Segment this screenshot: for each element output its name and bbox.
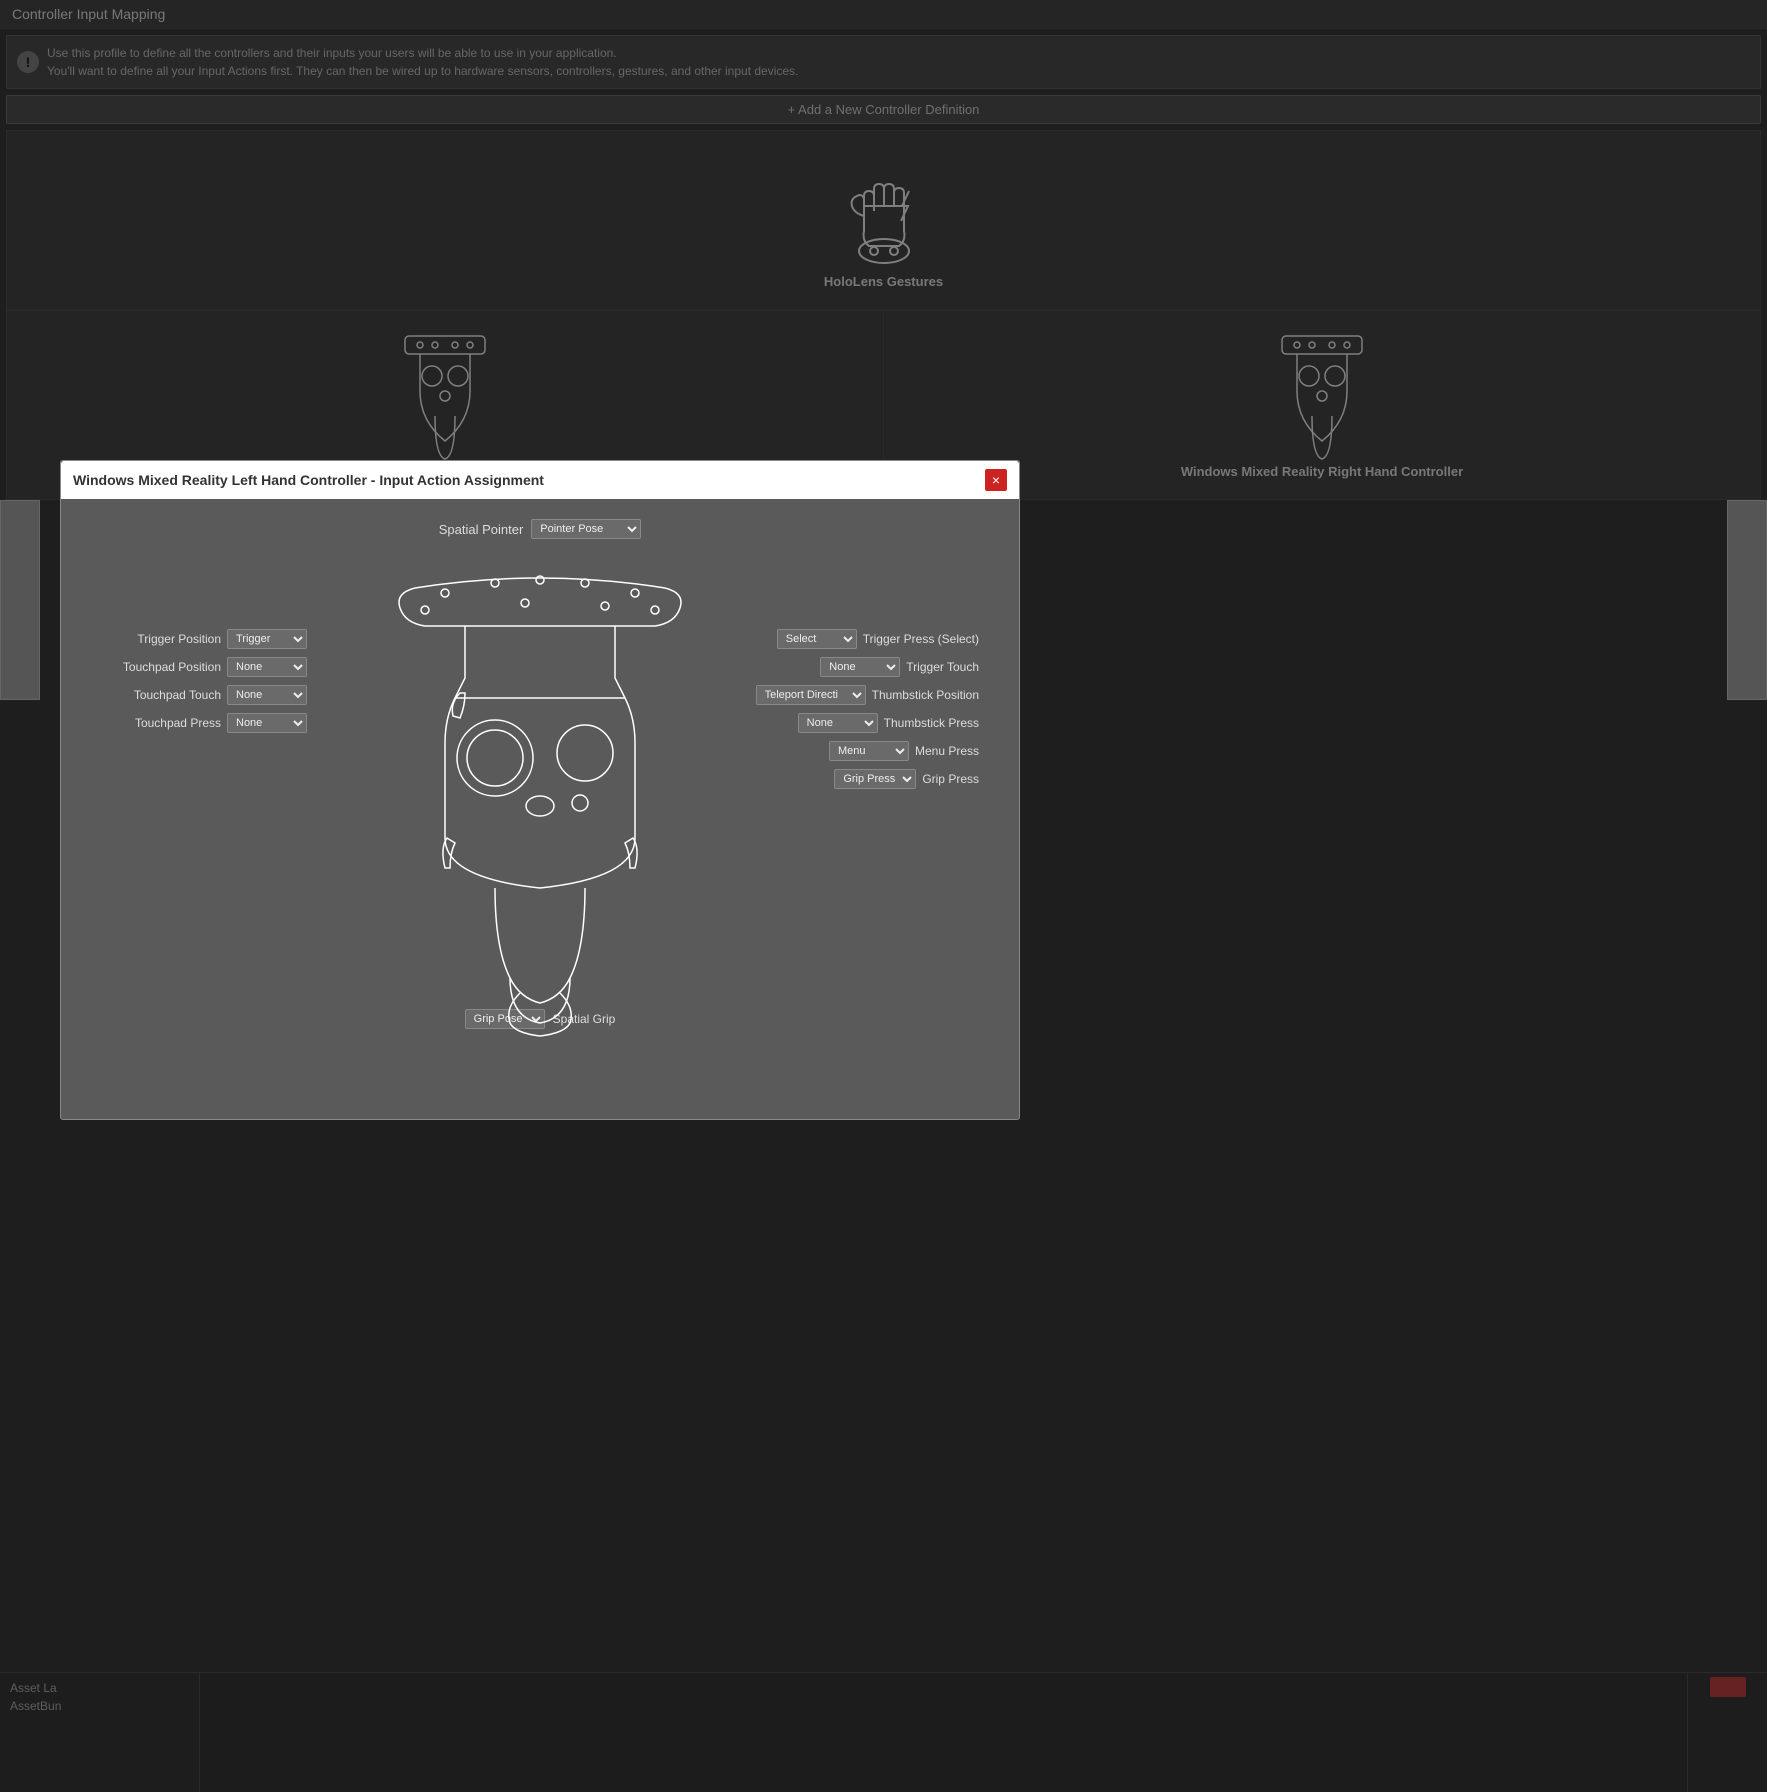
spatial-pointer-select[interactable]: Pointer Pose None: [531, 519, 641, 539]
grip-press-select[interactable]: Grip Press None: [834, 769, 916, 789]
spatial-pointer-label: Spatial Pointer: [439, 522, 524, 537]
trigger-press-row: Select None Trigger Press (Select): [756, 629, 979, 649]
thumbstick-position-select[interactable]: Teleport Directi None: [756, 685, 866, 705]
modal-close-button[interactable]: ×: [985, 469, 1007, 491]
trigger-press-select[interactable]: Select None: [777, 629, 857, 649]
thumbstick-position-row: Teleport Directi None Thumbstick Positio…: [756, 685, 979, 705]
touchpad-touch-row: Touchpad Touch None Touch: [101, 685, 307, 705]
touchpad-touch-label: Touchpad Touch: [101, 688, 221, 702]
menu-press-select[interactable]: Menu None: [829, 741, 909, 761]
trigger-position-row: Trigger Position Trigger None: [101, 629, 307, 649]
touchpad-position-select[interactable]: None Touchpad: [227, 657, 307, 677]
touchpad-press-row: Touchpad Press None Press: [101, 713, 307, 733]
left-mappings: Trigger Position Trigger None Touchpad P…: [101, 629, 307, 733]
right-side-panel: [1727, 500, 1767, 700]
grip-press-row: Grip Press None Grip Press: [756, 769, 979, 789]
modal-header: Windows Mixed Reality Left Hand Controll…: [61, 461, 1019, 499]
grip-press-label: Grip Press: [922, 772, 979, 786]
touchpad-press-select[interactable]: None Press: [227, 713, 307, 733]
thumbstick-press-label: Thumbstick Press: [884, 716, 979, 730]
touchpad-position-row: Touchpad Position None Touchpad: [101, 657, 307, 677]
menu-press-row: Menu None Menu Press: [756, 741, 979, 761]
modal-title: Windows Mixed Reality Left Hand Controll…: [73, 472, 544, 488]
thumbstick-press-select[interactable]: None: [798, 713, 878, 733]
menu-press-label: Menu Press: [915, 744, 979, 758]
controller-diagram: [365, 558, 715, 1041]
thumbstick-press-row: None Thumbstick Press: [756, 713, 979, 733]
spatial-pointer-row: Spatial Pointer Pointer Pose None: [81, 519, 999, 539]
controller-mapping-area: Trigger Position Trigger None Touchpad P…: [81, 549, 999, 1049]
trigger-press-label: Trigger Press (Select): [863, 632, 979, 646]
trigger-position-select[interactable]: Trigger None: [227, 629, 307, 649]
trigger-position-label: Trigger Position: [101, 632, 221, 646]
touchpad-press-label: Touchpad Press: [101, 716, 221, 730]
modal-body: Spatial Pointer Pointer Pose None Trigge…: [61, 499, 1019, 1099]
left-side-panel: [0, 500, 40, 700]
right-mappings: Select None Trigger Press (Select) None …: [756, 629, 979, 789]
touchpad-position-label: Touchpad Position: [101, 660, 221, 674]
trigger-touch-label: Trigger Touch: [906, 660, 979, 674]
input-assignment-modal: Windows Mixed Reality Left Hand Controll…: [60, 460, 1020, 1120]
trigger-touch-select[interactable]: None: [820, 657, 900, 677]
thumbstick-position-label: Thumbstick Position: [872, 688, 979, 702]
trigger-touch-row: None Trigger Touch: [756, 657, 979, 677]
touchpad-touch-select[interactable]: None Touch: [227, 685, 307, 705]
